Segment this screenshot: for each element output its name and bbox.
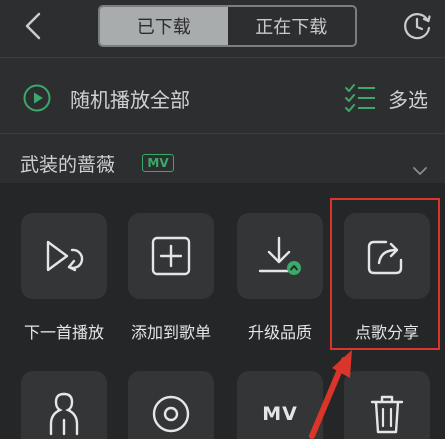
album-button[interactable] bbox=[128, 371, 214, 439]
play-all-label[interactable]: 随机播放全部 bbox=[70, 84, 190, 113]
upgrade-quality-icon bbox=[258, 236, 301, 275]
back-arrow-icon bbox=[25, 12, 41, 40]
download-tabs: 已下载 正在下载 bbox=[98, 5, 357, 47]
multi-select-button[interactable] bbox=[344, 83, 376, 117]
tab-downloading[interactable]: 正在下载 bbox=[228, 7, 356, 45]
singer-icon bbox=[49, 392, 79, 436]
delete-icon bbox=[370, 395, 404, 434]
add-to-playlist-label: 添加到歌单 bbox=[130, 323, 211, 342]
add-to-playlist-button[interactable] bbox=[128, 213, 214, 299]
history-button[interactable] bbox=[399, 8, 435, 44]
add-to-playlist-icon bbox=[151, 236, 191, 276]
tab-downloaded[interactable]: 已下载 bbox=[100, 7, 228, 45]
mv-badge: MV bbox=[142, 154, 174, 172]
album-icon bbox=[152, 395, 190, 433]
play-next-icon bbox=[46, 240, 84, 272]
play-next-label: 下一首播放 bbox=[23, 323, 104, 342]
song-title[interactable]: 武装的蔷薇 bbox=[20, 150, 115, 177]
downloads-page: 已下载 正在下载 随机播放全部 多选 武装的蔷薇 MV bbox=[0, 0, 445, 183]
list-divider bbox=[0, 133, 445, 134]
upgrade-quality-button[interactable] bbox=[237, 213, 323, 299]
annotation-arrow-icon bbox=[309, 350, 352, 439]
clock-icon bbox=[404, 13, 431, 40]
share-highlight-box bbox=[330, 198, 440, 350]
play-circle-icon bbox=[23, 84, 51, 112]
play-all-button[interactable] bbox=[22, 83, 52, 117]
upgrade-quality-label: 升级品质 bbox=[247, 323, 312, 342]
singer-button[interactable] bbox=[21, 371, 107, 439]
header-divider bbox=[0, 57, 445, 58]
play-next-button[interactable] bbox=[21, 213, 107, 299]
back-button[interactable] bbox=[18, 8, 48, 44]
multi-select-label[interactable]: 多选 bbox=[388, 84, 428, 113]
checklist-icon bbox=[345, 84, 375, 112]
chevron-down-icon[interactable] bbox=[412, 166, 428, 176]
mv-icon: MV bbox=[262, 403, 298, 425]
play-all-row: 随机播放全部 多选 bbox=[0, 70, 445, 126]
